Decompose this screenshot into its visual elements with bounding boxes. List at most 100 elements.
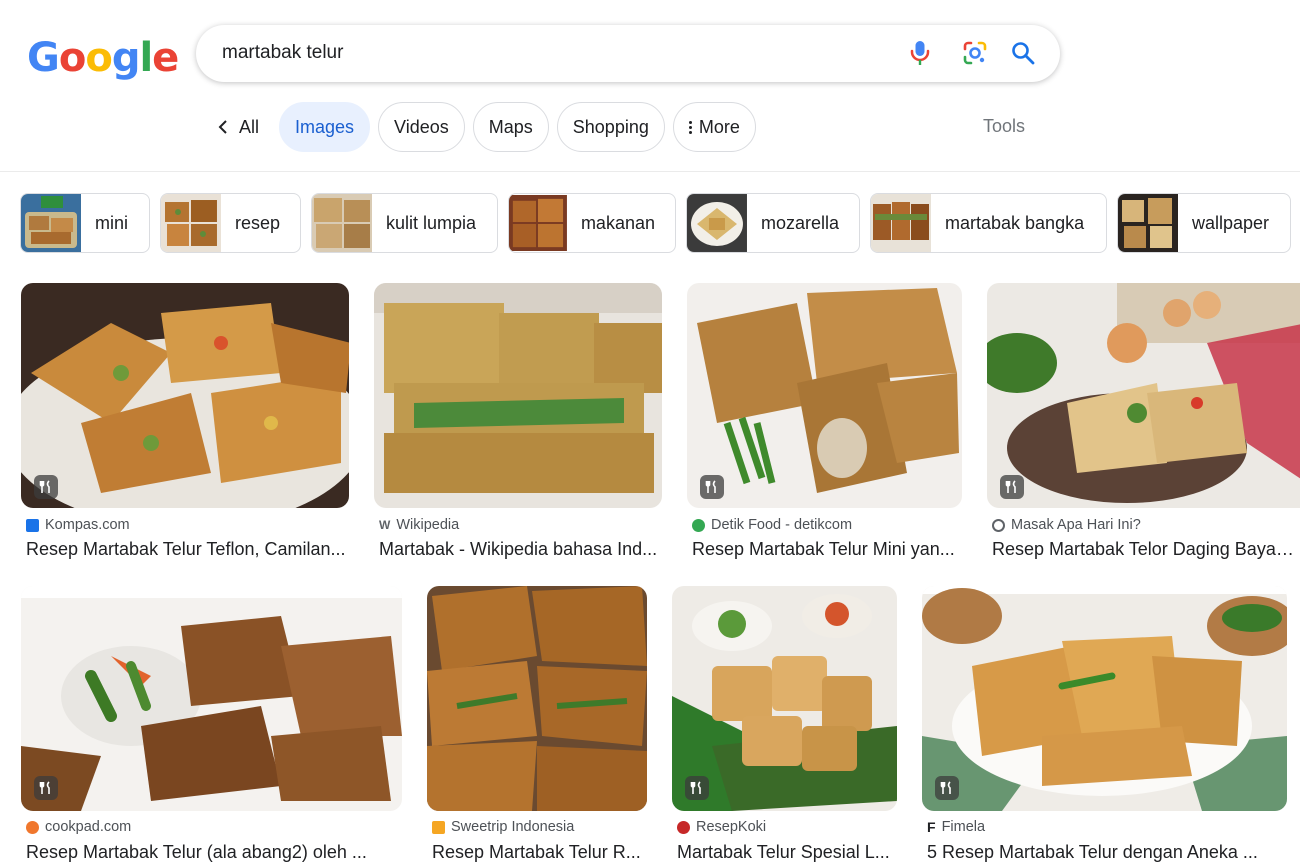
logo-letter: l xyxy=(139,35,153,81)
logo-letter: g xyxy=(111,35,141,81)
tab-more-label: More xyxy=(698,116,740,137)
image-result[interactable]: Kompas.com Resep Martabak Telur Teflon, … xyxy=(21,283,349,563)
result-title[interactable]: Resep Martabak Telor Daging Bayam ... xyxy=(992,539,1300,560)
chip-mozarella[interactable]: mozarella xyxy=(686,193,860,253)
result-source: Kompas.com xyxy=(26,517,130,533)
chip-thumbnail xyxy=(687,194,747,252)
logo-letter: G xyxy=(27,35,60,81)
result-image[interactable] xyxy=(21,586,402,811)
result-title[interactable]: Martabak - Wikipedia bahasa Ind... xyxy=(379,539,664,560)
result-title[interactable]: Resep Martabak Telur Teflon, Camilan... xyxy=(26,539,351,560)
tab-all-label: All xyxy=(239,116,260,137)
result-image[interactable] xyxy=(687,283,962,508)
image-result[interactable]: Masak Apa Hari Ini? Resep Martabak Telor… xyxy=(987,283,1300,563)
chip-kulit-lumpia[interactable]: kulit lumpia xyxy=(311,193,498,253)
logo-letter: e xyxy=(152,35,179,81)
result-title[interactable]: Resep Martabak Telur Mini yan... xyxy=(692,539,964,560)
tools-button[interactable]: Tools xyxy=(983,116,1025,137)
result-source-label: Detik Food - detikcom xyxy=(711,517,853,533)
tab-maps-label: Maps xyxy=(488,116,533,137)
image-result[interactable]: Detik Food - detikcom Resep Martabak Tel… xyxy=(687,283,962,563)
header-divider xyxy=(0,171,1300,172)
result-source-label: ResepKoki xyxy=(696,819,767,835)
wikipedia-icon: W xyxy=(379,518,391,532)
tab-more[interactable]: More xyxy=(672,102,756,152)
chip-label: resep xyxy=(234,212,280,233)
chip-label: kulit lumpia xyxy=(386,212,477,233)
logo-letter: o xyxy=(85,35,113,81)
result-image[interactable] xyxy=(427,586,647,811)
chip-label: mozarella xyxy=(760,212,839,233)
fimela-icon: F xyxy=(927,819,936,835)
fork-knife-icon xyxy=(1000,475,1024,499)
result-title[interactable]: Resep Martabak Telur R... xyxy=(432,842,649,863)
tab-shopping-label: Shopping xyxy=(572,116,649,137)
chip-thumbnail xyxy=(1118,194,1178,252)
result-source-label: Sweetrip Indonesia xyxy=(451,819,575,835)
result-title[interactable]: Martabak Telur Spesial L... xyxy=(677,842,899,863)
image-result[interactable]: Sweetrip Indonesia Resep Martabak Telur … xyxy=(427,586,647,867)
chip-wallpaper[interactable]: wallpaper xyxy=(1117,193,1291,253)
result-source-label: Kompas.com xyxy=(45,517,130,533)
result-source: Masak Apa Hari Ini? xyxy=(992,517,1141,533)
tab-videos[interactable]: Videos xyxy=(378,102,465,152)
result-source-label: Masak Apa Hari Ini? xyxy=(1011,517,1141,533)
image-result[interactable]: F Fimela 5 Resep Martabak Telur dengan An… xyxy=(922,586,1287,867)
tab-all[interactable]: All xyxy=(205,102,271,152)
chip-label: mini xyxy=(95,212,129,233)
result-title[interactable]: Resep Martabak Telur (ala abang2) oleh .… xyxy=(26,842,404,863)
result-source-label: Wikipedia xyxy=(396,517,460,533)
fork-knife-icon xyxy=(34,475,58,499)
related-chips: mini resep kulit lumpia makanan mozarell… xyxy=(20,193,1291,253)
favicon-icon xyxy=(432,820,445,834)
more-vert-icon xyxy=(688,120,692,134)
chip-martabak-bangka[interactable]: martabak bangka xyxy=(870,193,1107,253)
image-result[interactable]: cookpad.com Resep Martabak Telur (ala ab… xyxy=(21,586,402,867)
tab-maps[interactable]: Maps xyxy=(472,102,549,152)
mic-icon[interactable] xyxy=(906,39,934,67)
google-lens-icon[interactable] xyxy=(961,39,989,67)
result-source-label: Fimela xyxy=(941,819,986,835)
result-source: cookpad.com xyxy=(26,819,131,835)
search-input[interactable] xyxy=(222,37,862,69)
chip-makanan[interactable]: makanan xyxy=(508,193,676,253)
tab-images[interactable]: Images xyxy=(279,102,371,152)
favicon-icon xyxy=(677,820,690,834)
result-source: F Fimela xyxy=(927,819,985,835)
result-source-label: cookpad.com xyxy=(45,819,132,835)
result-image[interactable] xyxy=(672,586,897,811)
chip-thumbnail xyxy=(312,194,372,252)
favicon-icon xyxy=(692,518,705,532)
chip-resep[interactable]: resep xyxy=(160,193,301,253)
google-logo[interactable]: Google xyxy=(27,35,179,81)
result-image[interactable] xyxy=(21,283,349,508)
result-source: W Wikipedia xyxy=(379,517,459,533)
result-image[interactable] xyxy=(922,586,1287,811)
chip-mini[interactable]: mini xyxy=(20,193,150,253)
result-image[interactable] xyxy=(374,283,662,508)
tab-shopping[interactable]: Shopping xyxy=(556,102,665,152)
result-image[interactable] xyxy=(987,283,1300,508)
favicon-icon xyxy=(26,518,39,532)
search-tabs: All Images Videos Maps Shopping More xyxy=(205,102,756,152)
result-source: ResepKoki xyxy=(677,819,766,835)
tab-images-label: Images xyxy=(295,116,355,137)
chip-thumbnail xyxy=(161,194,221,252)
result-title[interactable]: 5 Resep Martabak Telur dengan Aneka ... xyxy=(927,842,1267,863)
image-result[interactable]: W Wikipedia Martabak - Wikipedia bahasa I… xyxy=(374,283,662,563)
image-result[interactable]: ResepKoki Martabak Telur Spesial L... xyxy=(672,586,897,867)
logo-letter: o xyxy=(58,35,87,81)
chip-label: makanan xyxy=(580,212,655,233)
fork-knife-icon xyxy=(700,475,724,499)
search-box xyxy=(196,25,1060,82)
favicon-icon xyxy=(26,820,39,834)
chevron-left-icon xyxy=(218,120,227,134)
chip-label: martabak bangka xyxy=(945,212,1085,233)
fork-knife-icon xyxy=(685,776,709,800)
search-icon[interactable] xyxy=(1009,39,1037,67)
fork-knife-icon xyxy=(935,776,959,800)
chip-thumbnail xyxy=(509,194,567,252)
globe-icon xyxy=(992,518,1005,532)
fork-knife-icon xyxy=(34,776,58,800)
chip-label: wallpaper xyxy=(1192,212,1270,233)
